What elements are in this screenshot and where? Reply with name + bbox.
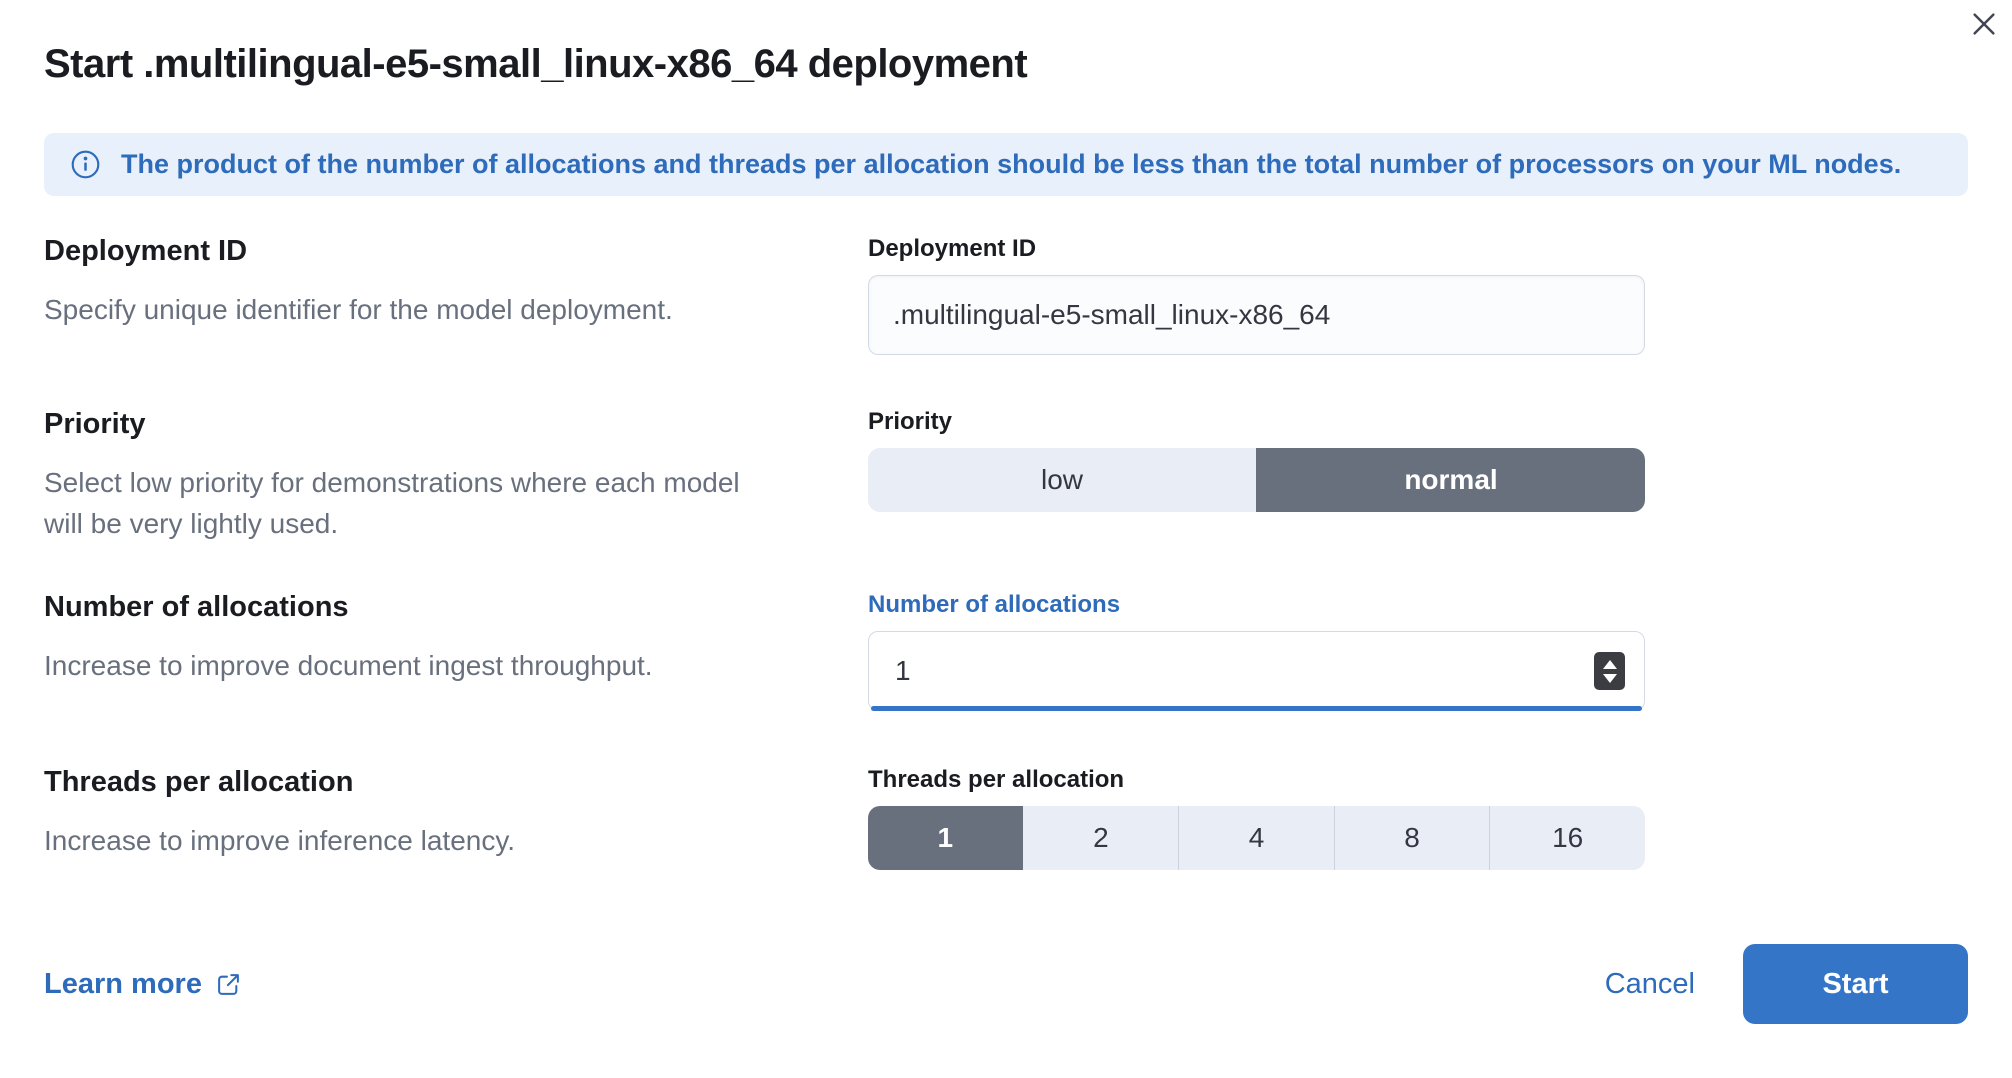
info-callout: The product of the number of allocations… bbox=[44, 133, 1968, 196]
threads-heading: Threads per allocation bbox=[44, 765, 684, 800]
threads-description: Increase to improve inference latency. bbox=[44, 820, 684, 861]
stepper-down-icon[interactable] bbox=[1603, 674, 1617, 683]
priority-field-label: Priority bbox=[868, 407, 1645, 436]
row-priority: Priority Select low priority for demonst… bbox=[44, 407, 1968, 544]
threads-option-16[interactable]: 16 bbox=[1489, 806, 1645, 870]
row-allocations: Number of allocations Increase to improv… bbox=[44, 590, 1968, 711]
modal-content: Start .multilingual-e5-small_linux-x86_6… bbox=[0, 0, 2012, 1024]
deployment-id-description: Specify unique identifier for the model … bbox=[44, 289, 684, 330]
priority-description: Select low priority for demonstrations w… bbox=[44, 462, 684, 544]
allocations-input[interactable] bbox=[868, 631, 1645, 711]
allocations-description: Increase to improve document ingest thro… bbox=[44, 645, 684, 686]
start-button[interactable]: Start bbox=[1743, 944, 1968, 1024]
stepper-up-icon[interactable] bbox=[1603, 660, 1617, 669]
page-title: Start .multilingual-e5-small_linux-x86_6… bbox=[44, 40, 1968, 88]
callout-message: The product of the number of allocations… bbox=[121, 149, 1901, 180]
priority-heading: Priority bbox=[44, 407, 684, 442]
cancel-button[interactable]: Cancel bbox=[1605, 968, 1695, 1001]
threads-option-8[interactable]: 8 bbox=[1334, 806, 1490, 870]
focus-underline bbox=[871, 706, 1642, 711]
priority-option-low[interactable]: low bbox=[868, 448, 1256, 512]
info-icon bbox=[70, 149, 101, 180]
modal-footer: Learn more Cancel Start bbox=[44, 944, 1968, 1024]
external-link-icon bbox=[216, 972, 241, 997]
priority-button-group: low normal bbox=[868, 448, 1645, 512]
row-threads: Threads per allocation Increase to impro… bbox=[44, 765, 1968, 870]
threads-option-1[interactable]: 1 bbox=[868, 806, 1023, 870]
deployment-id-input[interactable] bbox=[868, 275, 1645, 355]
row-deployment-id: Deployment ID Specify unique identifier … bbox=[44, 234, 1968, 355]
learn-more-link[interactable]: Learn more bbox=[44, 968, 241, 1001]
close-icon bbox=[1969, 9, 1999, 39]
allocations-field-label: Number of allocations bbox=[868, 590, 1645, 619]
deployment-id-field-label: Deployment ID bbox=[868, 234, 1645, 263]
start-deployment-modal: Start .multilingual-e5-small_linux-x86_6… bbox=[0, 0, 2012, 1078]
threads-field-label: Threads per allocation bbox=[868, 765, 1645, 794]
threads-option-2[interactable]: 2 bbox=[1023, 806, 1179, 870]
threads-button-group: 1 2 4 8 16 bbox=[868, 806, 1645, 870]
priority-option-normal[interactable]: normal bbox=[1256, 448, 1645, 512]
allocations-heading: Number of allocations bbox=[44, 590, 684, 625]
learn-more-label: Learn more bbox=[44, 968, 202, 1001]
threads-option-4[interactable]: 4 bbox=[1178, 806, 1334, 870]
deployment-id-heading: Deployment ID bbox=[44, 234, 684, 269]
close-button[interactable] bbox=[1964, 4, 2004, 44]
number-stepper[interactable] bbox=[1594, 652, 1625, 690]
